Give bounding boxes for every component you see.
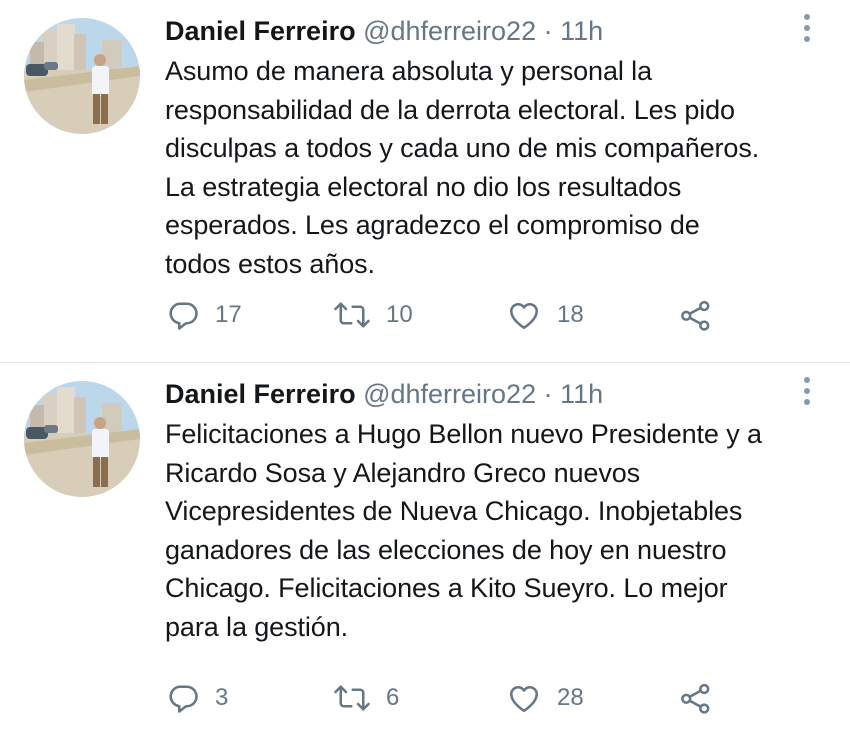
retweet-icon (334, 685, 370, 711)
tweet-actions: 17 10 18 (0, 295, 850, 335)
tweet-text-line: ganadores de las elecciones de hoy en nu… (165, 534, 727, 565)
tweet-text-line: Vicepresidentes de Nueva Chicago. Inobje… (165, 496, 743, 526)
retweet-icon (334, 302, 370, 328)
tweet-text-line: para la gestión. (165, 611, 349, 642)
avatar[interactable] (24, 381, 140, 497)
share-button[interactable] (677, 295, 715, 335)
tweet-header: Daniel Ferreiro @dhferreiro22 · 11h (165, 377, 603, 411)
retweet-button[interactable]: 10 (332, 295, 413, 335)
reply-count: 17 (215, 301, 242, 328)
separator-dot: · (543, 379, 553, 409)
like-count: 28 (557, 684, 584, 711)
reply-button[interactable]: 3 (165, 678, 228, 718)
tweet-text: Felicitaciones a Hugo Bellon nuevo Presi… (165, 415, 825, 646)
heart-icon (509, 686, 539, 713)
heart-icon (509, 303, 539, 330)
tweet-text-line: esperados. Les agradezco el compromiso d… (165, 210, 700, 240)
author-name[interactable]: Daniel Ferreiro (165, 379, 356, 409)
share-button[interactable] (677, 678, 715, 718)
retweet-button[interactable]: 6 (332, 678, 399, 718)
tweet[interactable]: Daniel Ferreiro @dhferreiro22 · 11h Feli… (0, 363, 850, 740)
tweet-text: Asumo de manera absoluta y personal la re… (165, 52, 825, 283)
tweet-text-line: todos estos años. (165, 248, 375, 279)
reply-count: 3 (215, 684, 229, 711)
retweet-count: 6 (386, 684, 400, 711)
avatar[interactable] (24, 18, 140, 134)
separator-dot: · (543, 16, 553, 46)
like-button[interactable]: 18 (505, 295, 584, 335)
share-icon (681, 300, 710, 331)
author-handle[interactable]: @dhferreiro22 (363, 379, 536, 409)
tweet-header: Daniel Ferreiro @dhferreiro22 · 11h (165, 14, 603, 48)
timestamp[interactable]: 11h (560, 379, 603, 409)
author-name[interactable]: Daniel Ferreiro (165, 16, 356, 46)
tweet-text-line: Chicago. Felicitaciones a Kito Sueyro. L… (165, 573, 728, 603)
tweet-text-line: responsabilidad de la derrota electoral.… (165, 94, 735, 125)
like-button[interactable]: 28 (505, 678, 584, 718)
reply-icon (169, 302, 198, 330)
reply-icon (169, 685, 198, 713)
like-count: 18 (557, 301, 584, 328)
tweet-text-line: La estrategia electoral no dio los resul… (165, 171, 682, 202)
timestamp[interactable]: 11h (560, 16, 603, 46)
share-icon (681, 683, 710, 714)
tweet-actions: 3 6 28 (0, 678, 850, 718)
tweet-text-line: Felicitaciones a Hugo Bellon nuevo Presi… (165, 419, 762, 449)
reply-button[interactable]: 17 (165, 295, 242, 335)
author-handle[interactable]: @dhferreiro22 (363, 16, 536, 46)
more-vertical-icon[interactable] (796, 14, 820, 44)
retweet-count: 10 (386, 301, 413, 328)
more-vertical-icon[interactable] (796, 377, 820, 407)
tweet[interactable]: Daniel Ferreiro @dhferreiro22 · 11h Asum… (0, 0, 850, 362)
tweet-text-line: Ricardo Sosa y Alejandro Greco nuevos (165, 457, 641, 488)
tweet-divider (0, 362, 850, 363)
tweet-text-line: Asumo de manera absoluta y personal la (165, 56, 652, 86)
tweet-text-line: disculpas a todos y cada uno de mis comp… (165, 133, 760, 163)
